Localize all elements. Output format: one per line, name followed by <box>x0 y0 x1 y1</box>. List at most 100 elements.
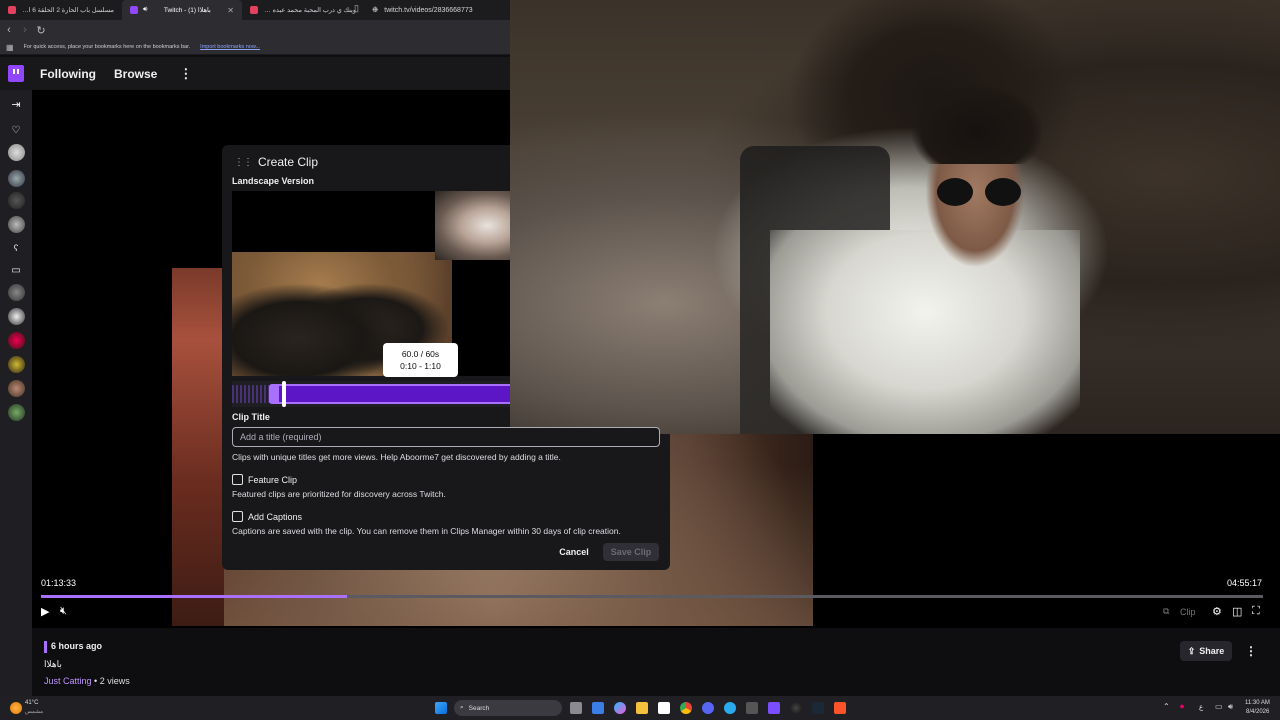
clip-title-label: Clip Title <box>232 412 270 422</box>
video-more-icon[interactable]: ⋮ <box>1245 644 1257 658</box>
share-icon: ⇪ <box>1187 645 1196 656</box>
back-icon[interactable]: ‹ <box>2 24 16 36</box>
meta-separator: • <box>91 676 100 686</box>
video-icon[interactable]: ▭ <box>8 262 24 278</box>
clock-date[interactable]: 8/4/2026 <box>1246 709 1269 715</box>
reload-icon[interactable]: ↻ <box>34 24 48 37</box>
clip-button[interactable]: Clip <box>1180 607 1196 617</box>
feature-clip-checkbox[interactable] <box>232 474 243 485</box>
followed-channels-sidebar: ⇥ ♡ ʕ ▭ <box>0 90 32 696</box>
channel-avatar[interactable] <box>8 380 25 397</box>
theatre-mode-icon[interactable]: ◫ <box>1232 605 1242 618</box>
photos-icon[interactable] <box>658 702 670 714</box>
play-icon[interactable]: ▶ <box>41 605 49 618</box>
steam-icon[interactable] <box>812 702 824 714</box>
share-label: Share <box>1199 646 1225 656</box>
more-icon[interactable]: ⋮ <box>179 66 192 82</box>
mic-icon[interactable]: ⏺︎ <box>1180 702 1184 712</box>
clip-dialog-title: Create Clip <box>258 155 319 169</box>
app-icon[interactable] <box>592 702 604 714</box>
clip-title-help: Clips with unique titles get more views.… <box>232 452 561 462</box>
import-bookmarks-link[interactable]: Import bookmarks now... <box>200 44 260 50</box>
fullscreen-icon[interactable]: ⛶ <box>1252 605 1260 618</box>
expand-sidebar-icon[interactable]: ⇥ <box>8 96 24 112</box>
app-icon[interactable] <box>768 702 780 714</box>
browser-tab[interactable]: مسلسل باب الحارة 2 الحلقة 6 السادسة <box>0 0 122 20</box>
weather-desc: مشمس <box>25 709 44 715</box>
discord-icon[interactable] <box>702 702 714 714</box>
volume-icon[interactable]: 🔊︎ <box>1228 702 1233 712</box>
speaker-icon[interactable]: 🔊︎ <box>143 6 147 14</box>
bookmark-icon[interactable]: ▯ <box>354 3 359 14</box>
clip-start-handle[interactable] <box>269 384 279 404</box>
seek-bar-progress <box>41 595 347 598</box>
browser-tab[interactable]: وينك ي درب المحبة محمد عبده حفلة ال <box>242 0 364 20</box>
taskbar-search[interactable]: ⌕ Search <box>454 700 562 716</box>
close-icon[interactable]: ✕ <box>227 6 234 15</box>
app-icon[interactable] <box>746 702 758 714</box>
input-language[interactable]: ع <box>1199 703 1203 711</box>
drag-handle-icon[interactable]: ⋮⋮ <box>234 157 253 168</box>
tab-title: مسلسل باب الحارة 2 الحلقة 6 السادسة <box>21 7 114 14</box>
gamepad-icon[interactable]: ʕ <box>8 240 24 256</box>
add-captions-checkbox[interactable] <box>232 511 243 522</box>
channel-avatar[interactable] <box>8 144 25 161</box>
clock-time[interactable]: 11:30 AM <box>1245 700 1270 706</box>
clip-duration: 60.0 / 60s <box>401 349 440 359</box>
site-info-icon[interactable]: ⚙ <box>372 6 378 14</box>
save-clip-button[interactable]: Save Clip <box>603 543 659 561</box>
clip-selection-range[interactable] <box>270 384 510 404</box>
nav-following[interactable]: Following <box>40 67 96 81</box>
chrome-icon[interactable] <box>680 702 692 714</box>
nav-browse[interactable]: Browse <box>114 67 157 81</box>
channel-avatar[interactable] <box>8 332 25 349</box>
twitch-logo-icon[interactable] <box>8 65 24 82</box>
heart-icon[interactable]: ♡ <box>8 122 24 138</box>
duration: 04:55:17 <box>1227 578 1263 588</box>
youtube-icon <box>250 6 258 14</box>
feature-clip-label[interactable]: Feature Clip <box>248 475 297 485</box>
channel-avatar[interactable] <box>8 284 25 301</box>
channel-avatar[interactable] <box>8 308 25 325</box>
add-captions-label[interactable]: Add Captions <box>248 512 302 522</box>
clip-dialog-header: ⋮⋮ Create Clip <box>234 155 318 169</box>
copilot-icon[interactable] <box>614 702 626 714</box>
clip-preview-thumbnail <box>435 191 510 260</box>
mute-icon[interactable]: 🔇︎ <box>60 605 67 618</box>
webcam-sunglasses <box>937 178 1021 206</box>
webcam-hair <box>912 84 1042 164</box>
share-button[interactable]: ⇪ Share <box>1180 641 1232 661</box>
windows-start-icon[interactable] <box>435 702 447 714</box>
tab-title: وينك ي درب المحبة محمد عبده حفلة ال <box>263 7 356 14</box>
browser-tab-active[interactable]: 🔊︎ Twitch - باهلاا (1) ✕ <box>122 0 242 20</box>
settings-icon[interactable]: ⚙ <box>1212 605 1222 618</box>
channel-avatar[interactable] <box>8 356 25 373</box>
channel-avatar[interactable] <box>8 192 25 209</box>
seek-bar[interactable] <box>41 595 1263 598</box>
cancel-button[interactable]: Cancel <box>552 543 596 561</box>
clip-playhead[interactable] <box>282 381 286 407</box>
network-icon[interactable]: ▭ <box>1215 702 1223 711</box>
current-time: 01:13:33 <box>41 578 77 588</box>
category-link[interactable]: Just Catting <box>44 676 92 686</box>
search-label: Search <box>468 704 490 712</box>
channel-avatar[interactable] <box>8 216 25 233</box>
url-text: twitch.tv/videos/2836668773 <box>384 6 473 14</box>
clip-title-input[interactable] <box>232 427 660 447</box>
clip-timeline[interactable] <box>232 381 510 407</box>
forward-icon[interactable]: › <box>18 24 32 36</box>
telegram-icon[interactable] <box>724 702 736 714</box>
weather-temp: 41°C <box>25 700 39 706</box>
file-explorer-icon[interactable] <box>636 702 648 714</box>
task-view-icon[interactable] <box>570 702 582 714</box>
clip-duration-tooltip: 60.0 / 60s 0:10 - 1:10 <box>383 343 458 377</box>
channel-avatar[interactable] <box>8 170 25 187</box>
channel-avatar[interactable] <box>8 404 25 421</box>
brave-icon[interactable] <box>834 702 846 714</box>
tray-chevron-icon[interactable]: ⌃ <box>1163 702 1170 711</box>
clip-icon[interactable]: ⧉ <box>1163 606 1169 617</box>
weather-icon[interactable] <box>10 702 22 714</box>
view-count: 2 views <box>99 676 130 686</box>
apps-icon[interactable]: ▦ <box>6 43 14 52</box>
obs-icon[interactable] <box>790 702 802 714</box>
